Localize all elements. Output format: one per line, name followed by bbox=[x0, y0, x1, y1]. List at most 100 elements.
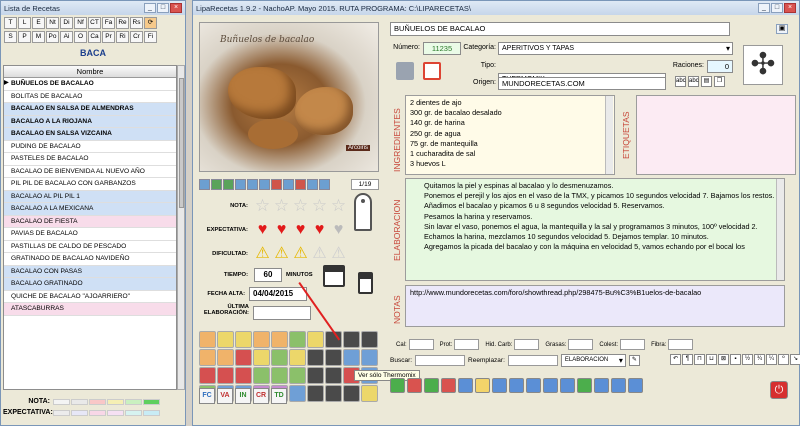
category-filter-icon[interactable] bbox=[271, 367, 288, 384]
recipe-list-item[interactable]: BACALAO EN SALSA VIZCAINA bbox=[4, 128, 176, 141]
recipe-list-item[interactable]: ATASCABURRAS bbox=[4, 303, 176, 316]
toolbar-button[interactable] bbox=[611, 378, 626, 393]
recipe-list-item[interactable]: BACALAO GRATINADO bbox=[4, 278, 176, 291]
letter-filter-button[interactable]: Rs bbox=[130, 17, 143, 29]
fecha-alta-input[interactable]: 04/04/2015 bbox=[249, 287, 307, 301]
heart-icon[interactable]: ♥ bbox=[273, 221, 290, 239]
category-filter-icon[interactable] bbox=[235, 349, 252, 366]
legend-swatch[interactable] bbox=[125, 398, 142, 405]
legend-swatch[interactable] bbox=[53, 398, 70, 405]
code-button[interactable]: VA bbox=[217, 388, 233, 404]
last-photo-button[interactable] bbox=[235, 178, 246, 190]
category-filter-icon[interactable] bbox=[361, 331, 378, 348]
category-filter-icon[interactable] bbox=[307, 349, 324, 366]
category-filter-icon[interactable] bbox=[199, 331, 216, 348]
calendar-icon[interactable] bbox=[323, 265, 345, 287]
close-button[interactable]: × bbox=[784, 3, 796, 13]
format-icon[interactable]: ⊠ bbox=[718, 354, 729, 365]
category-filter-icon[interactable] bbox=[253, 367, 270, 384]
letter-filter-button[interactable]: S bbox=[4, 31, 17, 43]
image-icon[interactable] bbox=[247, 178, 258, 190]
toolbar-button[interactable] bbox=[628, 378, 643, 393]
categoria-select[interactable]: APERITIVOS Y TAPAS bbox=[498, 42, 733, 55]
legend-swatch[interactable] bbox=[125, 409, 142, 416]
web-icon[interactable] bbox=[283, 178, 294, 190]
prev-photo-button[interactable] bbox=[211, 178, 222, 190]
heart-icon[interactable]: ♥ bbox=[254, 221, 271, 239]
warning-icon[interactable]: ⚠ bbox=[330, 245, 347, 263]
letter-filter-button[interactable]: Ri bbox=[116, 31, 129, 43]
heart-icon[interactable]: ♥ bbox=[311, 221, 328, 239]
format-icon[interactable]: ¶ bbox=[682, 354, 693, 365]
letter-filter-button[interactable]: O bbox=[74, 31, 87, 43]
next-photo-button[interactable] bbox=[223, 178, 234, 190]
legend-swatch[interactable] bbox=[53, 409, 70, 416]
category-filter-icon[interactable] bbox=[271, 331, 288, 348]
fibra-input[interactable] bbox=[668, 339, 694, 350]
category-filter-icon[interactable] bbox=[343, 385, 360, 402]
hid-input[interactable] bbox=[514, 339, 540, 350]
code-button[interactable]: IN bbox=[235, 388, 251, 404]
star-icon[interactable]: ☆ bbox=[254, 197, 271, 215]
copy-icon[interactable]: ❐ bbox=[714, 76, 725, 87]
category-filter-icon[interactable] bbox=[343, 331, 360, 348]
toolbar-button[interactable] bbox=[475, 378, 490, 393]
star-icon[interactable]: ☆ bbox=[330, 197, 347, 215]
warning-icon[interactable]: ⚠ bbox=[292, 245, 309, 263]
star-icon[interactable]: ☆ bbox=[273, 197, 290, 215]
code-button[interactable]: CR bbox=[253, 388, 269, 404]
warning-icon[interactable]: ⚠ bbox=[311, 245, 328, 263]
ultima-elaboracion-input[interactable] bbox=[253, 306, 311, 320]
recipe-list-item[interactable]: PIL PIL DE BACALAO CON GARBANZOS bbox=[4, 178, 176, 191]
toolbar-button[interactable] bbox=[390, 378, 405, 393]
letter-filter-button[interactable]: E bbox=[32, 17, 45, 29]
warning-icon[interactable]: ⚠ bbox=[254, 245, 271, 263]
toolbar-button[interactable] bbox=[407, 378, 422, 393]
page-icon[interactable]: ▤ bbox=[701, 76, 712, 87]
letter-filter-button[interactable]: Ca bbox=[88, 31, 101, 43]
letter-filter-button[interactable]: CT bbox=[88, 17, 101, 29]
recipe-list-item[interactable]: BUÑUELOS DE BACALAO bbox=[4, 78, 176, 91]
category-filter-icon[interactable] bbox=[199, 367, 216, 384]
category-filter-icon[interactable] bbox=[307, 367, 324, 384]
maximize-button[interactable]: □ bbox=[157, 3, 169, 13]
category-filter-icon[interactable] bbox=[217, 331, 234, 348]
elaboracion-scrollbar[interactable] bbox=[776, 179, 784, 280]
recipe-list-item[interactable]: BACALAO CON PASAS bbox=[4, 265, 176, 278]
firefox-icon[interactable] bbox=[271, 178, 282, 190]
recipe-title-input[interactable]: BUÑUELOS DE BACALAO bbox=[390, 22, 730, 36]
code-button[interactable]: FC bbox=[199, 388, 215, 404]
recipe-list-item[interactable]: PASTILLAS DE CALDO DE PESCADO bbox=[4, 240, 176, 253]
toolbar-button[interactable] bbox=[492, 378, 507, 393]
code-button[interactable]: TD bbox=[271, 388, 287, 404]
letter-filter-button[interactable]: Fi bbox=[144, 31, 157, 43]
category-filter-icon[interactable] bbox=[361, 385, 378, 402]
legend-swatch[interactable] bbox=[71, 409, 88, 416]
calendar-red-icon[interactable] bbox=[423, 62, 441, 80]
category-filter-icon[interactable] bbox=[271, 349, 288, 366]
tiempo-input[interactable]: 60 bbox=[254, 268, 282, 282]
category-filter-icon[interactable] bbox=[289, 367, 306, 384]
elaboracion-textarea[interactable]: Quitamos la piel y espinas al bacalao y … bbox=[405, 178, 785, 281]
recipe-list-item[interactable]: BACALAO A LA MEXICANA bbox=[4, 203, 176, 216]
legend-swatch[interactable] bbox=[143, 398, 160, 405]
numero-input[interactable]: 11235 bbox=[423, 42, 461, 55]
origen-input[interactable]: MUNDORECETAS.COM bbox=[498, 77, 666, 90]
category-filter-icon[interactable] bbox=[289, 331, 306, 348]
fraction-icon[interactable]: ½ bbox=[742, 354, 753, 365]
format-icon[interactable]: ⊔ bbox=[706, 354, 717, 365]
degree-icon[interactable]: º bbox=[778, 354, 789, 365]
scrollbar-thumb[interactable] bbox=[179, 78, 184, 208]
recipe-list-item[interactable]: PUDING DE BACALAO bbox=[4, 140, 176, 153]
toolbar-button[interactable] bbox=[458, 378, 473, 393]
category-filter-icon[interactable] bbox=[217, 349, 234, 366]
satellite-icon[interactable] bbox=[396, 62, 414, 80]
category-filter-icon[interactable] bbox=[289, 385, 306, 402]
category-filter-icon[interactable] bbox=[307, 331, 324, 348]
grasas-input[interactable] bbox=[568, 339, 594, 350]
legend-swatch[interactable] bbox=[71, 398, 88, 405]
raciones-input[interactable]: 0 bbox=[707, 60, 733, 73]
letter-filter-button[interactable]: L bbox=[18, 17, 31, 29]
category-filter-icon[interactable] bbox=[217, 367, 234, 384]
letter-filter-button[interactable]: Di bbox=[60, 17, 73, 29]
